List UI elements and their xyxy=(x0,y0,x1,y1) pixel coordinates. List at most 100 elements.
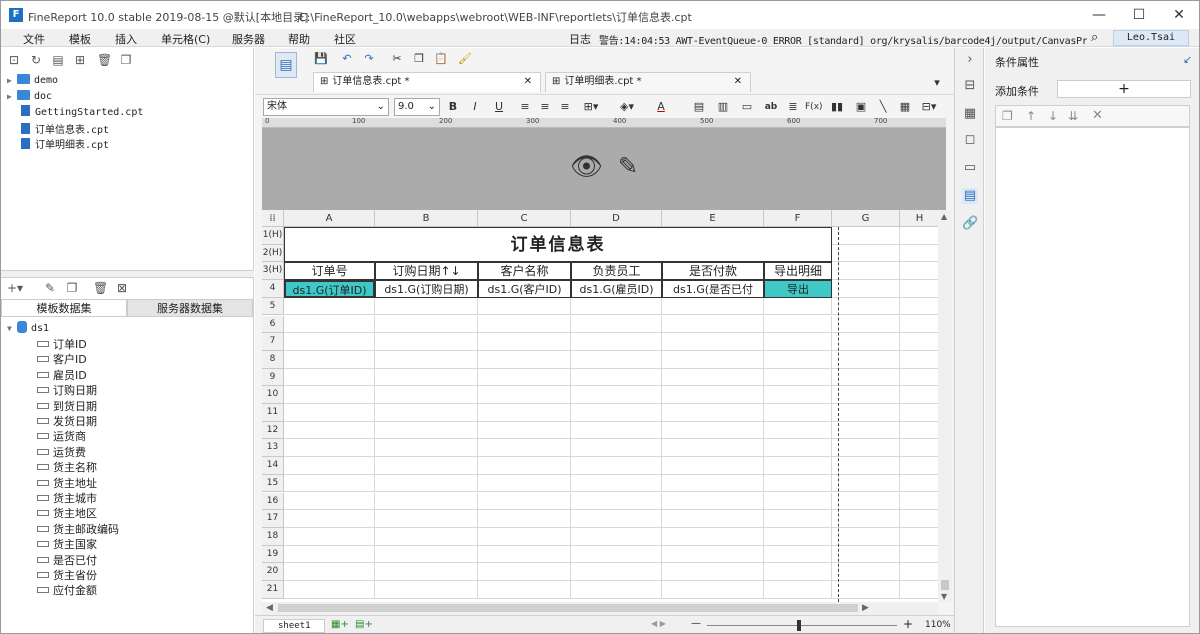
scroll-thumb[interactable] xyxy=(941,580,949,590)
field-item[interactable]: 货主邮政编码 xyxy=(37,521,119,536)
undo-icon[interactable]: ↶ xyxy=(339,50,355,68)
grid-cell[interactable] xyxy=(764,457,832,475)
cut-icon[interactable]: ✂ xyxy=(389,50,405,68)
grid-cell[interactable] xyxy=(284,386,375,404)
grid-cell[interactable] xyxy=(571,368,662,387)
expand-panel-icon[interactable]: › xyxy=(962,52,978,68)
grid-cell[interactable] xyxy=(478,563,571,581)
grid-cell[interactable] xyxy=(764,297,832,316)
grid-cell[interactable] xyxy=(900,457,940,475)
grid-cell[interactable] xyxy=(900,333,940,351)
tree-item-order-info[interactable]: 订单信息表.cpt xyxy=(21,121,109,136)
grid-cell[interactable] xyxy=(284,315,375,334)
grid-cell[interactable] xyxy=(900,315,940,334)
grid-cell[interactable] xyxy=(284,368,375,387)
column-header[interactable]: B xyxy=(375,210,478,227)
column-header[interactable]: E xyxy=(662,210,764,227)
grid-cell[interactable] xyxy=(478,545,571,564)
grid-cell[interactable] xyxy=(662,386,764,404)
field-item[interactable]: 运货费 xyxy=(37,444,86,459)
grid-cell[interactable] xyxy=(284,333,375,351)
grid-cell[interactable] xyxy=(662,315,764,334)
grid-cell[interactable] xyxy=(764,404,832,422)
column-header[interactable]: H xyxy=(900,210,940,227)
delete-icon[interactable]: 🗑 xyxy=(97,53,112,67)
maximize-button[interactable]: ☐ xyxy=(1119,5,1159,25)
add-poly-sheet-icon[interactable]: ▤+ xyxy=(355,619,373,630)
grid-cell[interactable] xyxy=(900,350,940,369)
grid-cell[interactable] xyxy=(764,315,832,334)
refresh-icon[interactable]: ↻ xyxy=(29,53,43,67)
grid-cell[interactable] xyxy=(900,404,940,422)
menu-template[interactable]: 模板 xyxy=(69,31,91,47)
grid-cell[interactable] xyxy=(284,439,375,458)
menu-insert[interactable]: 插入 xyxy=(115,31,137,47)
data-cell[interactable]: ds1.G(是否已付 xyxy=(662,280,764,298)
row-header[interactable]: 10 xyxy=(262,386,284,404)
row-header[interactable]: 3(H) xyxy=(262,262,284,281)
grid-cell[interactable] xyxy=(478,350,571,369)
grid-cell[interactable] xyxy=(900,262,940,281)
rename-icon[interactable]: ⊞ xyxy=(73,53,87,67)
row-header[interactable]: 4 xyxy=(262,280,284,298)
grid-cell[interactable] xyxy=(571,492,662,511)
grid-cell[interactable] xyxy=(375,545,478,564)
hyperlink-icon[interactable]: 🔗 xyxy=(962,216,978,232)
remove-condition-icon[interactable]: ✕ xyxy=(1092,108,1103,123)
grid-cell[interactable] xyxy=(284,474,375,493)
cell-element-icon[interactable]: ⊟ xyxy=(962,78,978,94)
grid-cell[interactable] xyxy=(832,333,900,351)
move-down-icon[interactable]: ↓ xyxy=(1048,109,1058,123)
grid-cell[interactable] xyxy=(375,510,478,528)
field-item[interactable]: 运货商 xyxy=(37,428,86,443)
grid-cell[interactable] xyxy=(900,439,940,458)
grid-cell[interactable] xyxy=(375,439,478,458)
field-item[interactable]: 货主国家 xyxy=(37,536,97,551)
grid-cell[interactable] xyxy=(478,581,571,599)
scroll-up-icon[interactable]: ▲ xyxy=(941,212,947,221)
field-item[interactable]: 应付金额 xyxy=(37,582,97,597)
field-item[interactable]: 到货日期 xyxy=(37,398,97,413)
grid-cell[interactable] xyxy=(478,457,571,475)
tab-menu-icon[interactable]: ▾ xyxy=(929,74,945,92)
grid-cell[interactable] xyxy=(571,315,662,334)
field-item[interactable]: 客户ID xyxy=(37,351,87,366)
grid-cell[interactable] xyxy=(764,439,832,458)
column-header[interactable]: A xyxy=(284,210,375,227)
grid-cell[interactable] xyxy=(571,563,662,581)
grid-cell[interactable] xyxy=(284,350,375,369)
align-left-icon[interactable]: ≡ xyxy=(517,98,533,116)
grid-cell[interactable] xyxy=(284,421,375,440)
unmerge-icon[interactable]: ▥ xyxy=(715,98,731,116)
font-family-select[interactable]: 宋体 ⌄ xyxy=(263,98,389,116)
redo-icon[interactable]: ↷ xyxy=(361,50,377,68)
edit-icon[interactable]: ✎ xyxy=(618,152,638,180)
grid-cell[interactable] xyxy=(832,368,900,387)
grid-cell[interactable] xyxy=(375,315,478,334)
collapse-icon[interactable]: ↙ xyxy=(1183,53,1192,66)
grid-cell[interactable] xyxy=(375,474,478,493)
widget-settings-icon[interactable]: ▭ xyxy=(962,160,978,176)
grid-cell[interactable] xyxy=(832,474,900,493)
grid-cell[interactable] xyxy=(375,386,478,404)
edit-dataset-icon[interactable]: ✎ xyxy=(43,281,57,295)
row-header[interactable]: 19 xyxy=(262,545,284,564)
brush-icon[interactable]: 🖌 xyxy=(457,50,473,68)
grid-cell[interactable] xyxy=(832,527,900,546)
grid-cell[interactable] xyxy=(571,421,662,440)
grid-cell[interactable] xyxy=(900,492,940,511)
grid-cell[interactable] xyxy=(832,439,900,458)
grid-cell[interactable] xyxy=(900,527,940,546)
user-name[interactable]: Leo.Tsai xyxy=(1113,30,1189,46)
field-item[interactable]: 货主地址 xyxy=(37,475,97,490)
grid-cell[interactable] xyxy=(900,244,940,263)
grid-cell[interactable] xyxy=(478,333,571,351)
grid-cell[interactable] xyxy=(284,510,375,528)
condition-attribute-icon[interactable]: ▤ xyxy=(962,188,978,204)
grid-cell[interactable] xyxy=(832,404,900,422)
grid-cell[interactable] xyxy=(571,297,662,316)
panel-divider[interactable] xyxy=(1,270,254,278)
grid-cell[interactable] xyxy=(375,421,478,440)
grid-cell[interactable] xyxy=(764,581,832,599)
data-cell[interactable]: 导出 xyxy=(764,280,832,298)
